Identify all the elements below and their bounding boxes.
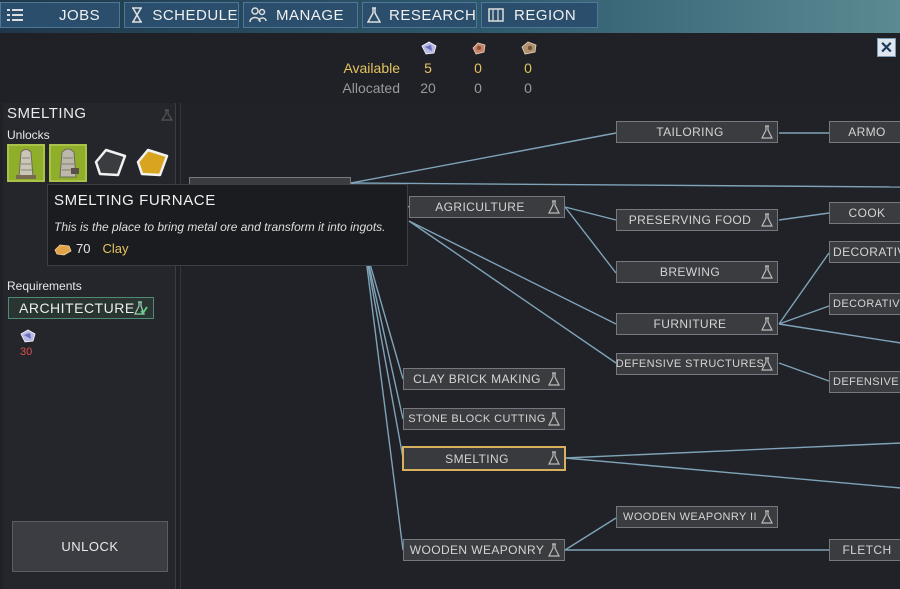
nav-region-button[interactable]: REGION [481, 2, 598, 28]
flask-check-icon [134, 301, 148, 315]
tech-node-label: PRESERVING FOOD [628, 213, 752, 227]
tech-node-label: ARMO [848, 125, 886, 139]
copper-ore-icon [472, 42, 486, 55]
flask-icon [367, 5, 381, 25]
allocated-label: Allocated [342, 80, 400, 96]
furnace-variant-icon[interactable] [49, 144, 87, 182]
flask-icon [548, 543, 560, 557]
ingot-outline-icon[interactable] [91, 144, 129, 182]
tech-node-preserving-food[interactable]: PRESERVING FOOD [616, 209, 778, 231]
allocated-iron-value: 0 [524, 80, 532, 96]
tech-node-label: COOK [848, 206, 886, 220]
nav-schedule-button[interactable]: SCHEDULE [124, 2, 239, 28]
tech-node-wooden-weaponry[interactable]: WOODEN WEAPONRY [403, 539, 565, 561]
allocated-copper-value: 0 [474, 80, 482, 96]
tech-node-brewing[interactable]: BREWING [616, 261, 778, 283]
tech-node-armor[interactable]: ARMO [829, 121, 900, 143]
flask-icon [548, 372, 560, 386]
nav-jobs-label: JOBS [59, 6, 101, 24]
tooltip-cost: 70 Clay [54, 241, 128, 256]
flask-icon [548, 200, 560, 214]
smelting-furnace-icon[interactable] [7, 144, 45, 182]
flask-icon [548, 412, 560, 426]
tech-node-stone-block-cutting[interactable]: STONE BLOCK CUTTING [403, 408, 565, 430]
tech-node-defensive-2[interactable]: DEFENSIVE ST [829, 371, 900, 393]
available-iron-value: 0 [524, 60, 532, 76]
flask-icon [761, 357, 773, 371]
map-icon [486, 5, 506, 25]
tech-node-label: DEFENSIVE ST [833, 376, 900, 388]
nav-research-button[interactable]: RESEARCH [362, 2, 477, 28]
flask-icon [761, 265, 773, 279]
tech-node-label: FURNITURE [653, 317, 727, 331]
research-points-icon [20, 329, 36, 343]
flask-icon [761, 125, 773, 139]
tech-node-decorative-1[interactable]: DECORATIV [829, 241, 900, 263]
tech-node-label: CLAY BRICK MAKING [413, 372, 541, 386]
tech-tree-connections [350, 132, 900, 551]
tech-node-label: DEFENSIVE STRUCTURES [615, 358, 765, 370]
tech-node-label: WOODEN WEAPONRY [409, 543, 545, 557]
available-label: Available [343, 60, 400, 76]
tooltip: SMELTING FURNACE This is the place to br… [47, 184, 408, 266]
hourglass-icon [129, 5, 144, 25]
tech-node-label: STONE BLOCK CUTTING [408, 413, 546, 425]
tech-node-defensive-structures[interactable]: DEFENSIVE STRUCTURES [616, 353, 778, 375]
nav-schedule-label: SCHEDULE [152, 6, 238, 24]
requirement-cost: 30 [20, 346, 33, 358]
tech-node-cook[interactable]: COOK [829, 202, 900, 224]
flask-icon [548, 451, 560, 465]
tech-node-label: WOODEN WEAPONRY II [623, 511, 757, 523]
flask-icon [161, 109, 173, 121]
panel-title: SMELTING [7, 105, 87, 122]
requirements-label: Requirements [7, 279, 82, 293]
tech-node-label: DECORATIV [833, 245, 900, 259]
people-icon [248, 5, 268, 25]
nav-manage-button[interactable]: MANAGE [243, 2, 358, 28]
tooltip-description: This is the place to bring metal ore and… [54, 220, 386, 234]
requirement-label: ARCHITECTURE [19, 300, 135, 316]
available-research-value: 5 [424, 60, 432, 76]
requirement-architecture[interactable]: ARCHITECTURE [8, 297, 154, 319]
tooltip-cost-amount: 70 [76, 241, 91, 256]
list-icon [5, 5, 25, 25]
tech-node-label: AGRICULTURE [435, 200, 525, 214]
nav-jobs-button[interactable]: JOBS [0, 2, 120, 28]
nav-region-label: REGION [514, 6, 577, 24]
iron-ore-icon [521, 41, 537, 55]
tech-node-tailoring[interactable]: TAILORING [616, 121, 778, 143]
tooltip-cost-resource: Clay [102, 241, 129, 256]
available-copper-value: 0 [474, 60, 482, 76]
tech-node-agriculture[interactable]: AGRICULTURE [409, 196, 565, 218]
tech-detail-panel: SMELTING Unlocks Requirements ARCHITECTU… [3, 103, 176, 589]
research-points-icon [421, 41, 437, 55]
tooltip-title: SMELTING FURNACE [54, 192, 216, 209]
nav-manage-label: MANAGE [276, 6, 345, 24]
gold-ingot-icon[interactable] [133, 144, 171, 182]
tech-node-label: SMELTING [445, 451, 509, 466]
tech-node-label: TAILORING [656, 125, 724, 139]
close-button[interactable]: ✕ [877, 38, 896, 57]
tech-node-wooden-weaponry-ii[interactable]: WOODEN WEAPONRY II [616, 506, 778, 528]
flask-icon [761, 317, 773, 331]
unlocks-label: Unlocks [7, 128, 50, 142]
tech-tree[interactable]: TAILORING ARMO AGRICULTURE PRESERVING FO… [180, 103, 900, 589]
flask-icon [761, 510, 773, 524]
tech-node-decorative-2[interactable]: DECORATIVE S [829, 293, 900, 315]
tech-node-fletch[interactable]: FLETCH [829, 539, 900, 561]
tech-node-furniture[interactable]: FURNITURE [616, 313, 778, 335]
unlock-button[interactable]: UNLOCK [12, 521, 168, 572]
tech-node-label: BREWING [659, 265, 721, 279]
flask-icon [761, 213, 773, 227]
clay-icon [54, 244, 72, 255]
tech-node-label: FLETCH [842, 543, 892, 557]
tech-node-clay-brick-making[interactable]: CLAY BRICK MAKING [403, 368, 565, 390]
top-nav-bar: JOBS SCHEDULE MANAGE RESEARCH REGION [0, 0, 900, 33]
tech-node-smelting[interactable]: SMELTING [402, 446, 566, 471]
allocated-research-value: 20 [420, 80, 436, 96]
tech-node-label: DECORATIVE S [833, 298, 900, 310]
nav-research-label: RESEARCH [389, 6, 477, 24]
